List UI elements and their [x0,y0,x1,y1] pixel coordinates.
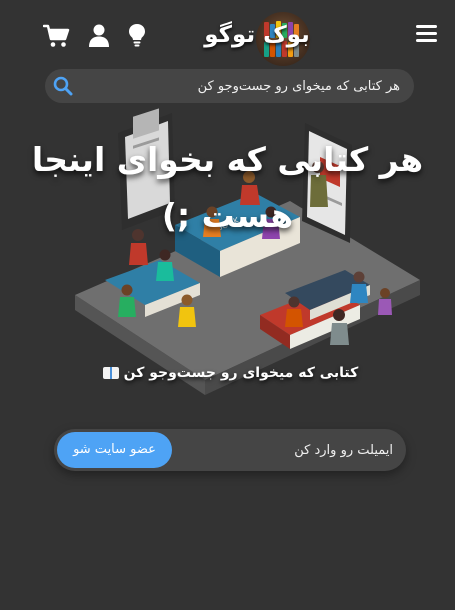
email-field[interactable] [178,429,393,471]
site-logo[interactable]: بوک توگو [198,10,318,68]
logo-text: بوک توگو [204,22,310,48]
hero-subtitle: کتابی که میخوای رو جست‌وجو کن [40,365,415,381]
join-button[interactable]: عضو سایت شو [57,432,172,468]
cart-icon[interactable] [43,24,70,48]
user-icon[interactable] [88,24,110,47]
site-header: بوک توگو [0,0,455,70]
newsletter-form: عضو سایت شو [54,429,406,471]
lightbulb-icon[interactable] [128,23,146,48]
search-bar [45,69,414,103]
hero-title: هر کتابی که بخوای اینجا هست ;) [31,140,424,235]
search-input[interactable] [85,69,400,103]
menu-icon[interactable] [416,25,437,43]
hero-subtitle-text: کتابی که میخوای رو جست‌وجو کن [123,365,359,381]
open-book-icon [102,367,119,379]
search-icon[interactable] [53,76,75,96]
